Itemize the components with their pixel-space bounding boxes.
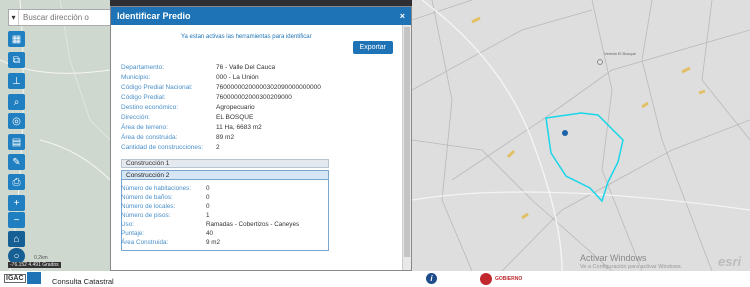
gobierno-logo: GOBIERNO	[480, 273, 522, 285]
scale-bar: 0.2km	[8, 255, 98, 261]
table-icon[interactable]: ▤	[8, 134, 25, 150]
sub-field-value: 0	[206, 194, 210, 201]
field-value: 11 Ha, 6683 m2	[216, 124, 262, 131]
activate-windows-subtitle: Ve a Configuración para activar Windows.	[580, 264, 683, 270]
field-label: Área de terreno:	[121, 124, 168, 131]
sub-field-row: Número de baños: 0	[121, 194, 210, 201]
panel-body: Ya estan activas las herramientas para i…	[111, 25, 403, 270]
field-value: EL BOSQUE	[216, 114, 254, 121]
igac-logo: IGAC	[4, 272, 41, 284]
field-label: Municipio:	[121, 74, 151, 81]
igac-emblem-icon	[26, 272, 41, 284]
sub-field-value: 9 m2	[206, 239, 220, 246]
print-icon[interactable]: ⎙	[8, 174, 25, 190]
field-row: Área de construida: 89 m2	[121, 134, 234, 141]
info-icon[interactable]: i	[426, 273, 437, 284]
basemap-grid-icon[interactable]: ▦	[8, 31, 25, 47]
coordinates-readout: -76.152 4.491 Grados	[8, 262, 61, 268]
activate-windows-title: Activar Windows	[580, 253, 647, 263]
search-bar[interactable]: ▾	[8, 9, 112, 26]
field-value: Agropecuario	[216, 104, 255, 111]
sub-field-row: Puntaje: 40	[121, 230, 213, 237]
field-label: Cantidad de construcciones:	[121, 144, 204, 151]
map-place-label: Vereda El Bosque	[604, 51, 637, 56]
identify-panel: Identificar Predio × Ya estan activas la…	[110, 6, 412, 271]
field-row: Código Predial: 760000002000300209000	[121, 94, 292, 101]
map-view[interactable]: Vereda El Bosque ▾ ▦ ⧉ ⊥ ⌕ ◎ ▤ ✎ ⎙ + − ⌂…	[0, 0, 750, 271]
field-label: Área de construida:	[121, 134, 178, 141]
gobierno-seal-icon	[480, 273, 492, 285]
field-value: 76 - Valle Del Cauca	[216, 64, 276, 71]
sub-field-value: 1	[206, 212, 210, 219]
panel-note: Ya estan activas las herramientas para i…	[181, 34, 312, 40]
field-row: Destino económico: Agropecuario	[121, 104, 255, 111]
field-label: Destino económico:	[121, 104, 179, 111]
zoom-in-icon[interactable]: +	[8, 195, 25, 211]
search-input[interactable]	[19, 12, 111, 23]
sub-field-label: Uso:	[121, 221, 134, 228]
sub-field-row: Área Construida: 9 m2	[121, 239, 220, 246]
gobierno-logo-text: GOBIERNO	[495, 276, 523, 282]
sub-field-value: Ramadas - Cobertizos - Caneyes	[206, 221, 300, 228]
zoom-search-icon[interactable]: ⌕	[8, 94, 25, 110]
sub-field-row: Número de pisos: 1	[121, 212, 210, 219]
esri-logo: esri	[718, 254, 742, 269]
identify-icon[interactable]: ⊥	[8, 73, 25, 89]
field-value: 76000000200000302090000000000	[216, 84, 321, 91]
sub-field-row: Número de locales: 0	[121, 203, 210, 210]
sub-field-label: Puntaje:	[121, 230, 145, 237]
layers-icon[interactable]: ⧉	[8, 52, 25, 68]
sub-field-value: 0	[206, 185, 210, 192]
sub-field-label: Número de pisos:	[121, 212, 171, 219]
sub-field-label: Número de baños:	[121, 194, 173, 201]
panel-title: Identificar Predio	[117, 11, 191, 21]
field-value: 760000002000300209000	[216, 94, 292, 101]
field-row: Cantidad de construcciones: 2	[121, 144, 220, 151]
field-row: Dirección: EL BOSQUE	[121, 114, 253, 121]
panel-scrollbar[interactable]	[402, 25, 411, 270]
field-value: 89 m2	[216, 134, 235, 141]
field-row: Código Predial Nacional: 7600000020000030…	[121, 84, 321, 91]
sub-field-value: 40	[206, 230, 214, 237]
field-label: Dirección:	[121, 114, 150, 121]
field-label: Código Predial Nacional:	[121, 84, 193, 91]
accordion-construccion-1[interactable]: Construcción 1	[121, 159, 329, 168]
zoom-out-icon[interactable]: −	[8, 212, 25, 228]
map-right-area[interactable]: Vereda El Bosque	[412, 0, 750, 271]
field-value: 2	[216, 144, 220, 151]
sub-field-label: Número de habitaciones:	[121, 185, 192, 192]
field-label: Código Predial:	[121, 94, 166, 101]
scale-label: 0.2km	[34, 255, 48, 261]
sub-field-row: Número de habitaciones: 0	[121, 185, 210, 192]
home-icon[interactable]: ⌂	[8, 231, 25, 247]
panel-header: Identificar Predio ×	[111, 7, 411, 25]
scrollbar-thumb[interactable]	[404, 27, 410, 257]
export-button[interactable]: Exportar	[352, 41, 393, 54]
close-icon[interactable]: ×	[400, 11, 411, 21]
location-icon[interactable]: ◎	[8, 113, 25, 129]
field-row: Departamento: 76 - Valle Del Cauca	[121, 64, 275, 71]
field-value: 000 - La Unión	[216, 74, 259, 81]
accordion-construccion-2[interactable]: Construcción 2	[121, 170, 329, 180]
field-row: Área de terreno: 11 Ha, 6683 m2	[121, 124, 262, 131]
app-title: Consulta Catastral	[52, 277, 114, 286]
draw-icon[interactable]: ✎	[8, 154, 25, 170]
sub-field-label: Número de locales:	[121, 203, 176, 210]
chevron-down-icon[interactable]: ▾	[9, 10, 19, 25]
sub-field-row: Uso: Ramadas - Cobertizos - Caneyes	[121, 221, 299, 228]
igac-logo-text: IGAC	[4, 273, 26, 283]
field-label: Departamento:	[121, 64, 164, 71]
sub-field-label: Área Construida:	[121, 239, 169, 246]
field-row: Municipio: 000 - La Unión	[121, 74, 259, 81]
sub-field-value: 0	[206, 203, 210, 210]
